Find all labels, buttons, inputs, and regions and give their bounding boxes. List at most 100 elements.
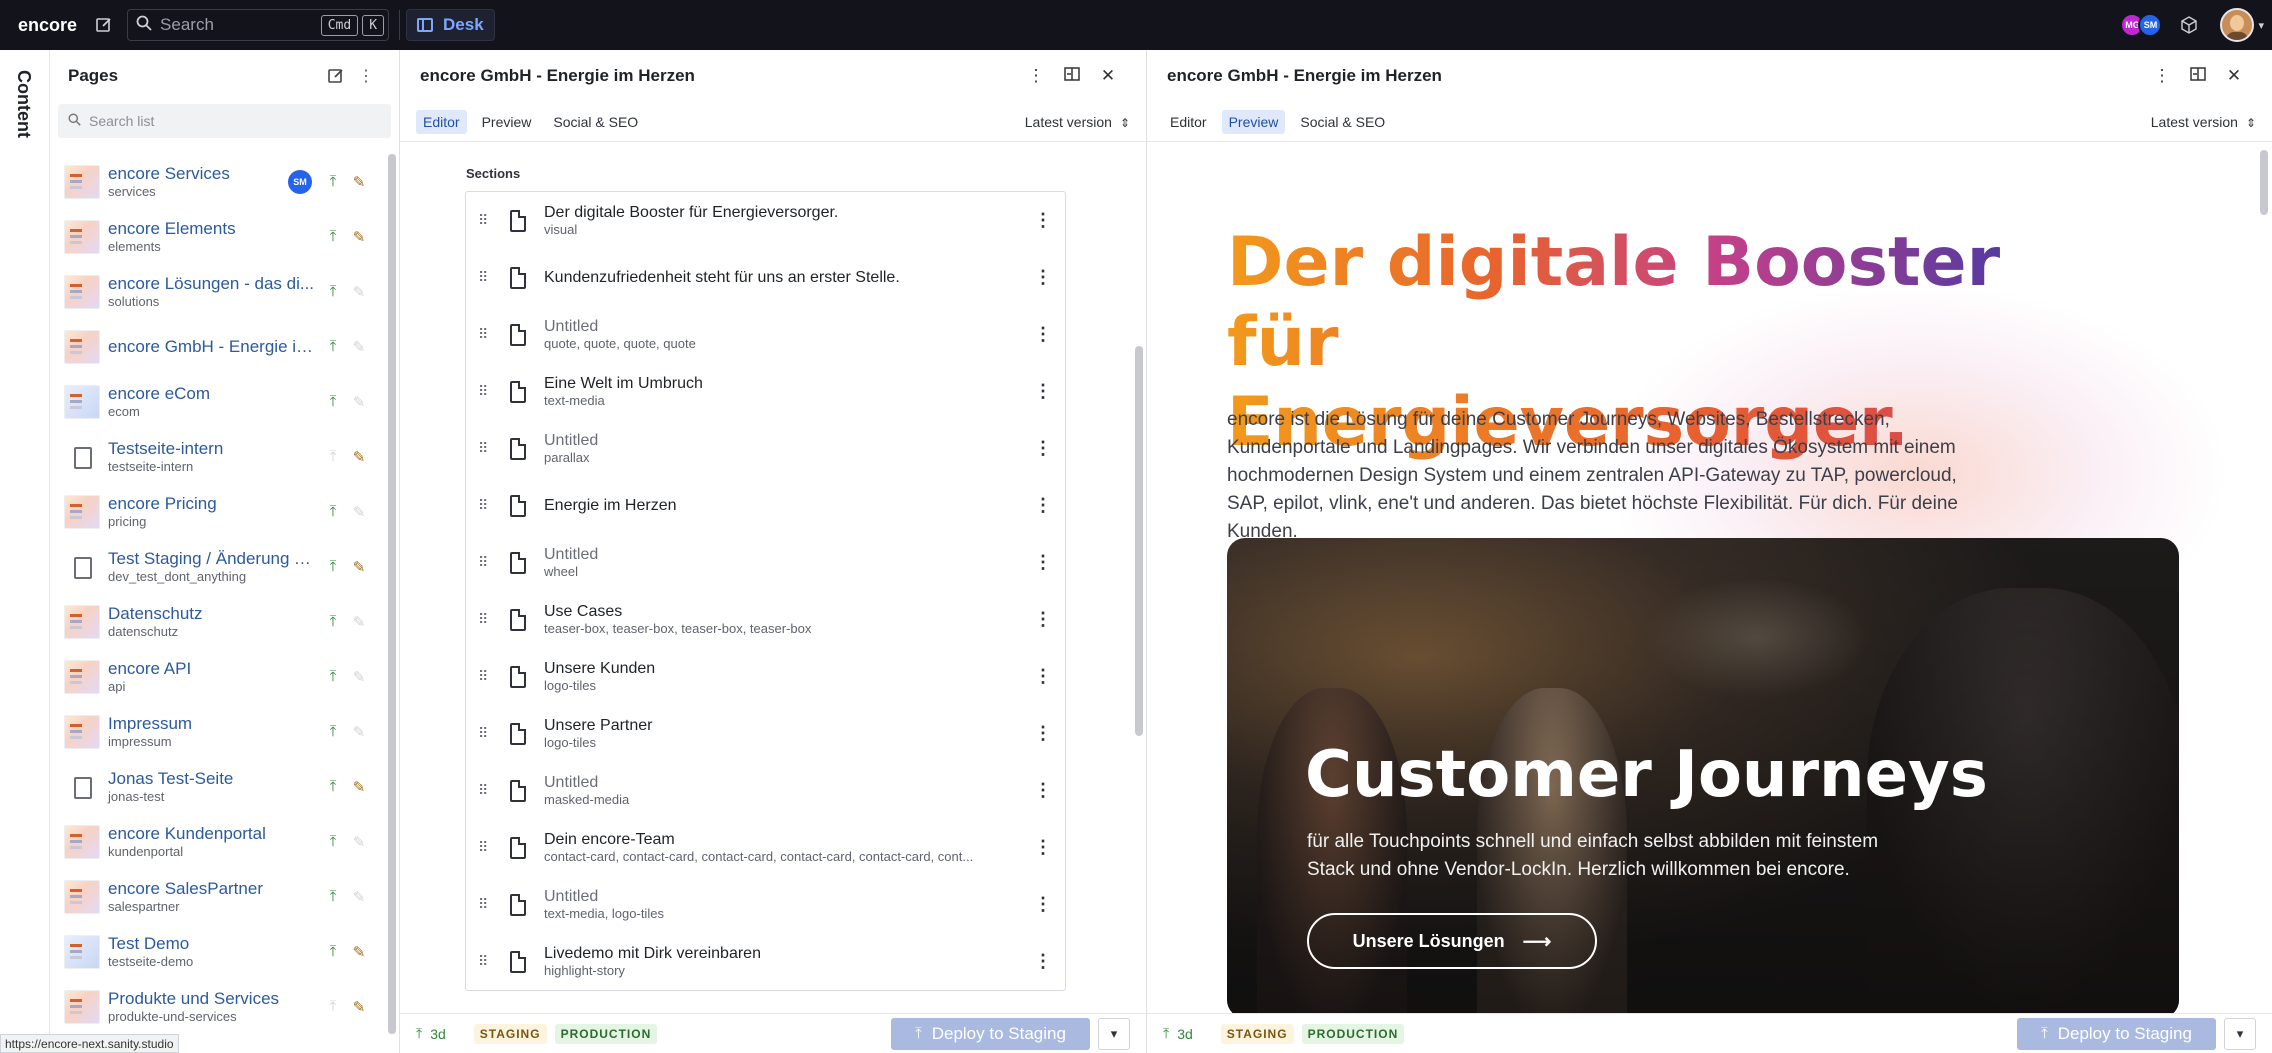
drag-handle-icon[interactable]: ⠿ [478, 497, 496, 514]
drag-handle-icon[interactable]: ⠿ [478, 326, 496, 343]
page-list-item[interactable]: Test Demo testseite-demo ⤒ ✎ [50, 924, 386, 979]
edit-pencil-icon: ✎ [352, 888, 366, 906]
section-item[interactable]: ⠿ Kundenzufriedenheit steht für uns an er… [466, 249, 1065, 306]
section-item[interactable]: ⠿ Livedemo mit Dirk vereinbaren highlight-… [466, 933, 1065, 990]
published-icon: ⤒ [329, 338, 337, 355]
tab-social-seo[interactable]: Social & SEO [1293, 110, 1392, 134]
section-item[interactable]: ⠿ Dein encore-Team contact-card, contact-c… [466, 819, 1065, 876]
presence-avatar[interactable]: SM [2138, 13, 2163, 37]
more-menu-icon[interactable]: ⋮ [1033, 609, 1053, 630]
more-menu-icon[interactable]: ⋮ [1033, 324, 1053, 345]
version-select[interactable]: Latest version ⇕ [1025, 114, 1130, 130]
package-icon[interactable] [2172, 8, 2206, 42]
section-item[interactable]: ⠿ Untitled masked-media ⋮ [466, 762, 1065, 819]
global-search[interactable]: Search Cmd K [127, 9, 390, 41]
more-menu-icon[interactable]: ⋮ [1018, 66, 1054, 86]
page-list-item[interactable]: encore Services services SM ⤒ ✎ [50, 154, 386, 209]
more-menu-icon[interactable]: ⋮ [1033, 495, 1053, 516]
user-avatar[interactable] [2220, 8, 2255, 42]
page-list-item[interactable]: Test Staging / Änderung Ti... dev_test_do… [50, 539, 386, 594]
drag-handle-icon[interactable]: ⠿ [478, 668, 496, 685]
more-menu-icon[interactable]: ⋮ [1033, 894, 1053, 915]
tab-preview[interactable]: Preview [475, 110, 539, 134]
kbd-k: K [362, 14, 385, 36]
more-menu-icon[interactable]: ⋮ [1033, 438, 1053, 459]
close-icon[interactable]: ✕ [1090, 66, 1126, 86]
deploy-to-staging-button[interactable]: ⤒ Deploy to Staging [2017, 1017, 2216, 1050]
page-list-item[interactable]: encore SalesPartner salespartner ⤒ ✎ [50, 869, 386, 924]
page-list-item[interactable]: encore GmbH - Energie im... ⤒ ✎ [50, 319, 386, 374]
page-item-slug: datenschutz [108, 623, 179, 639]
presence-avatars[interactable]: MG SM [2120, 13, 2163, 37]
brand-logo[interactable]: encore [8, 8, 87, 42]
drag-handle-icon[interactable]: ⠿ [478, 212, 496, 229]
section-item[interactable]: ⠿ Energie im Herzen ⋮ [466, 477, 1065, 534]
page-list-item[interactable]: Jonas Test-Seite jonas-test ⤒ ✎ [50, 759, 386, 814]
section-item[interactable]: ⠿ Untitled wheel ⋮ [466, 534, 1065, 591]
tab-social-seo[interactable]: Social & SEO [546, 110, 645, 134]
page-list-item[interactable]: Produkte und Services produkte-und-servic… [50, 979, 386, 1034]
chevron-down-icon[interactable]: ▾ [2258, 19, 2264, 32]
tab-editor[interactable]: Editor [416, 109, 467, 134]
drag-handle-icon[interactable]: ⠿ [478, 896, 496, 913]
tab-editor[interactable]: Editor [1163, 110, 1214, 134]
preview-scrollbar[interactable] [2259, 146, 2269, 1006]
editor-scrollbar[interactable] [1134, 196, 1144, 996]
drag-handle-icon[interactable]: ⠿ [478, 440, 496, 457]
deploy-options-button[interactable]: ▾ [2224, 1017, 2256, 1050]
section-item[interactable]: ⠿ Unsere Kunden logo-tiles ⋮ [466, 648, 1065, 705]
desk-tool-button[interactable]: Desk [406, 9, 495, 41]
section-item[interactable]: ⠿ Der digitale Booster für Energieversorg… [466, 192, 1065, 249]
split-pane-icon[interactable] [2180, 66, 2216, 87]
content-tab[interactable]: Content [13, 70, 34, 138]
tab-preview[interactable]: Preview [1221, 109, 1286, 134]
drag-handle-icon[interactable]: ⠿ [478, 953, 496, 970]
more-menu-icon[interactable]: ⋮ [2144, 66, 2180, 86]
drag-handle-icon[interactable]: ⠿ [478, 782, 496, 799]
section-item[interactable]: ⠿ Untitled quote, quote, quote, quote ⋮ [466, 306, 1065, 363]
section-item[interactable]: ⠿ Eine Welt im Umbruch text-media ⋮ [466, 363, 1065, 420]
page-preview[interactable]: Der digitale Booster für Energieversorge… [1147, 143, 2255, 1013]
more-menu-icon[interactable]: ⋮ [1033, 723, 1053, 744]
more-menu-icon[interactable]: ⋮ [1033, 666, 1053, 687]
more-menu-icon[interactable]: ⋮ [1033, 552, 1053, 573]
more-menu-icon[interactable]: ⋮ [1033, 780, 1053, 801]
deploy-options-button[interactable]: ▾ [1098, 1017, 1130, 1050]
deploy-to-staging-button[interactable]: ⤒ Deploy to Staging [891, 1017, 1090, 1050]
section-item[interactable]: ⠿ Untitled parallax ⋮ [466, 420, 1065, 477]
page-list-item[interactable]: encore Elements elements ⤒ ✎ [50, 209, 386, 264]
more-menu-icon[interactable]: ⋮ [1033, 837, 1053, 858]
page-list-item[interactable]: encore eCom ecom ⤒ ✎ [50, 374, 386, 429]
more-menu-icon[interactable]: ⋮ [1033, 381, 1053, 402]
drag-handle-icon[interactable]: ⠿ [478, 269, 496, 286]
page-list-item[interactable]: encore Lösungen - das di... solutions ⤒ ✎ [50, 264, 386, 319]
pages-search-input[interactable]: Search list [58, 104, 391, 138]
more-menu-icon[interactable]: ⋮ [1033, 951, 1053, 972]
sections-array: ⠿ Der digitale Booster für Energieversorg… [465, 191, 1066, 991]
close-icon[interactable]: ✕ [2216, 66, 2252, 86]
section-item[interactable]: ⠿ Untitled text-media, logo-tiles ⋮ [466, 876, 1065, 933]
page-list-item[interactable]: encore Kundenportal kundenportal ⤒ ✎ [50, 814, 386, 869]
page-list-item[interactable]: Impressum impressum ⤒ ✎ [50, 704, 386, 759]
split-pane-icon[interactable] [1054, 66, 1090, 87]
more-menu-icon[interactable]: ⋮ [351, 61, 381, 91]
drag-handle-icon[interactable]: ⠿ [478, 554, 496, 571]
edit-pencil-icon: ✎ [352, 503, 366, 521]
section-item[interactable]: ⠿ Use Cases teaser-box, teaser-box, teaser… [466, 591, 1065, 648]
page-list-item[interactable]: encore Pricing pricing ⤒ ✎ [50, 484, 386, 539]
create-page-icon[interactable] [321, 61, 351, 91]
drag-handle-icon[interactable]: ⠿ [478, 725, 496, 742]
section-item[interactable]: ⠿ Unsere Partner logo-tiles ⋮ [466, 705, 1065, 762]
version-select[interactable]: Latest version ⇕ [2151, 114, 2256, 130]
drag-handle-icon[interactable]: ⠿ [478, 383, 496, 400]
drag-handle-icon[interactable]: ⠿ [478, 839, 496, 856]
page-list-item[interactable]: encore API api ⤒ ✎ [50, 649, 386, 704]
compose-icon[interactable] [87, 8, 121, 42]
page-list-item[interactable]: Testseite-intern testseite-intern ⤒ ✎ [50, 429, 386, 484]
more-menu-icon[interactable]: ⋮ [1033, 210, 1053, 231]
more-menu-icon[interactable]: ⋮ [1033, 267, 1053, 288]
page-list-item[interactable]: Datenschutz datenschutz ⤒ ✎ [50, 594, 386, 649]
drag-handle-icon[interactable]: ⠿ [478, 611, 496, 628]
pages-scrollbar[interactable] [388, 154, 396, 1034]
unsere-loesungen-button[interactable]: Unsere Lösungen ⟶ [1307, 913, 1597, 969]
